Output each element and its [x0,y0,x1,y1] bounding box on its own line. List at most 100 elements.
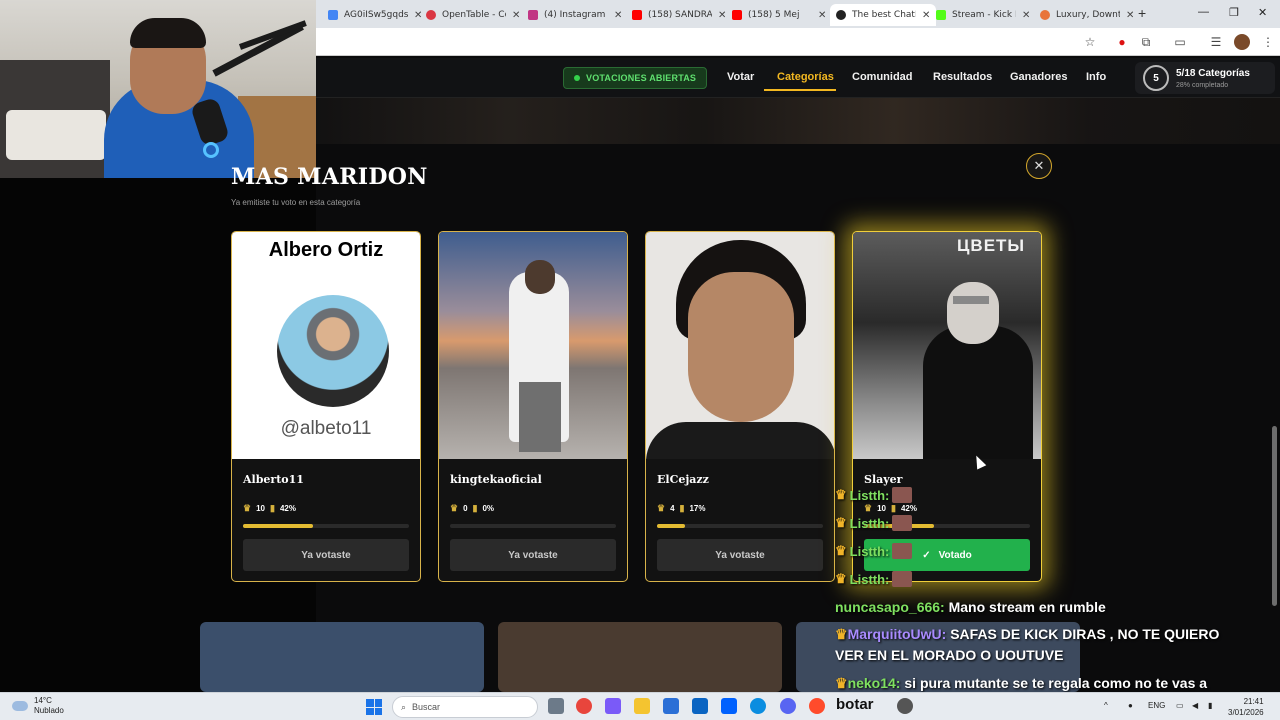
candidate-photo: ЦВЕТЫ [853,232,1041,459]
tab-favicon-icon [936,10,946,20]
crown-icon: ♛ [835,626,848,642]
emote-icon [892,515,913,531]
address-bar[interactable]: ☆ ● ⧉ ▭ ☰ ⋮ [316,28,1280,56]
network-icon[interactable]: ▭ [1176,701,1184,710]
crown-icon: ♛ [835,515,847,530]
dropbox-icon[interactable] [721,698,737,714]
page-scrollbar[interactable] [1272,426,1277,606]
mail-icon[interactable] [692,698,708,714]
candidate-card[interactable]: Albero Ortiz @albeto11 Alberto11 ♛ 10 ▮ 42… [231,231,421,582]
browser-tab[interactable]: Stream - Kick D ✕ [930,4,1036,26]
clock-time: 21:41 [1243,697,1264,706]
start-button[interactable] [366,699,382,715]
already-voted-button[interactable]: Ya votaste [450,539,616,571]
browser-tab[interactable]: (4) Instagram ✕ [522,4,628,26]
tab-close-icon[interactable]: ✕ [1126,10,1134,21]
streamer-hair [130,18,206,48]
menu-icon[interactable]: ⋮ [1260,34,1276,50]
browser-tab[interactable]: The best ChatE ✕ [830,4,937,26]
tab-close-icon[interactable]: ✕ [512,10,520,21]
volume-icon[interactable]: ◀ [1192,701,1198,710]
chat-user: Listth: [849,543,890,559]
check-icon: ✓ [922,549,931,561]
nav-link-comunidad[interactable]: Comunidad [852,71,913,83]
brave-icon[interactable] [809,698,825,714]
chart-icon: ▮ [472,503,478,513]
system-clock[interactable]: 21:41 3/01/2026 [1228,696,1264,718]
vote-bar-fill [243,524,313,528]
tab-close-icon[interactable]: ✕ [818,10,826,21]
browser-tab[interactable]: AG0iISw5gqdsd ✕ [322,4,428,26]
chat-text: Mano stream en rumble [948,599,1106,615]
tab-favicon-icon [836,10,846,20]
photo-handle: @albeto11 [280,418,372,439]
search-placeholder: Buscar [412,702,441,712]
profile-avatar[interactable] [1234,34,1250,50]
chat-text: SAFAS DE KICK DIRAS , NO TE QUIERO [950,626,1220,642]
progress-subtitle: 28% completado [1176,82,1229,89]
browser-tab[interactable]: (158) SANDRA ✕ [626,4,732,26]
tab-favicon-icon [528,10,538,20]
tab-close-icon[interactable]: ✕ [614,10,622,21]
candidate-card[interactable]: ElCejazz ♛ 4 ▮ 17% Ya votaste [645,231,835,582]
candidate-stats: ♛ 10 ▮ 42% [864,503,917,514]
cast-icon[interactable]: ▭ [1172,34,1188,50]
chat-user: neko14: [847,675,901,691]
bookmark-star-icon[interactable]: ☆ [1082,34,1098,50]
task-view-icon[interactable] [548,698,564,714]
media-icon[interactable]: ☰ [1208,34,1224,50]
copilot-icon[interactable] [605,698,621,714]
file-explorer-icon[interactable] [634,698,650,714]
opera-icon[interactable]: ● [1114,34,1130,50]
battery-icon[interactable]: ▮ [1208,701,1212,710]
candidate-name: Slayer [864,473,903,486]
tab-label: OpenTable - Co [442,10,506,20]
photo-censor-bar [953,296,989,304]
discord-icon[interactable] [780,698,796,714]
obs-icon[interactable] [897,698,913,714]
chrome-icon[interactable] [576,698,592,714]
chat-text: VER EN EL MORADO O UOUTUVE [835,647,1064,663]
site-nav: VOTACIONES ABIERTAS Votar Categorías Com… [316,58,1280,98]
nav-link-categorias[interactable]: Categorías [777,71,834,83]
tray-chevron-icon[interactable]: ^ [1104,701,1108,710]
extensions-icon[interactable]: ⧉ [1138,34,1154,50]
browser-tab[interactable]: OpenTable - Co ✕ [420,4,526,26]
photo-head [947,282,999,344]
windows-taskbar: 14°C Nublado ⌕ Buscar ^ ● ENG ▭ ◀ ▮ 21:41 3… [0,692,1280,720]
already-voted-button[interactable]: Ya votaste [243,539,409,571]
store-icon[interactable] [663,698,679,714]
nav-link-votar[interactable]: Votar [727,71,754,83]
new-tab-icon[interactable]: + [1138,5,1146,21]
search-icon: ⌕ [401,701,407,712]
language-indicator[interactable]: ENG [1148,701,1165,710]
nav-link-info[interactable]: Info [1086,71,1106,83]
tab-close-icon[interactable]: ✕ [1022,10,1030,21]
tab-label: The best ChatE [852,10,916,20]
tab-label: (4) Instagram [544,10,606,20]
photo-legs [519,382,561,452]
modal-close-button[interactable]: ✕ [1026,153,1052,179]
active-nav-underline [764,89,836,91]
already-voted-button[interactable]: Ya votaste [657,539,823,571]
edge-icon[interactable] [750,698,766,714]
bed-sheets [6,110,106,160]
browser-tab[interactable]: Luxury, Downto ✕ [1034,4,1140,26]
microphone-icon[interactable]: ● [1128,701,1133,710]
status-dot-icon [574,75,580,81]
maximize-icon[interactable]: ❐ [1229,6,1239,19]
window-close-icon[interactable]: ✕ [1258,6,1267,19]
nav-link-resultados[interactable]: Resultados [933,71,992,83]
chat-ghost-line: ♛ Listth: [835,571,913,587]
browser-tab[interactable]: (158) 5 Mej ✕ [726,4,832,26]
tab-favicon-icon [1040,10,1050,20]
taskbar-search[interactable]: ⌕ Buscar [392,696,538,718]
tab-label: (158) 5 Mej [748,10,800,20]
candidate-card[interactable]: kingtekaoficial ♛ 0 ▮ 0% Ya votaste [438,231,628,582]
chat-message: ♛MarquiitoUwU: SAFAS DE KICK DIRAS , NO … [835,626,1219,643]
weather-widget[interactable]: 14°C Nublado [12,696,64,716]
screen: { "browser": { "tabs": [ {"label": "AG0i… [0,0,1280,720]
nav-link-ganadores[interactable]: Ganadores [1010,71,1067,83]
votes-icon: ♛ [864,503,873,513]
minimize-icon[interactable]: — [1198,6,1209,18]
